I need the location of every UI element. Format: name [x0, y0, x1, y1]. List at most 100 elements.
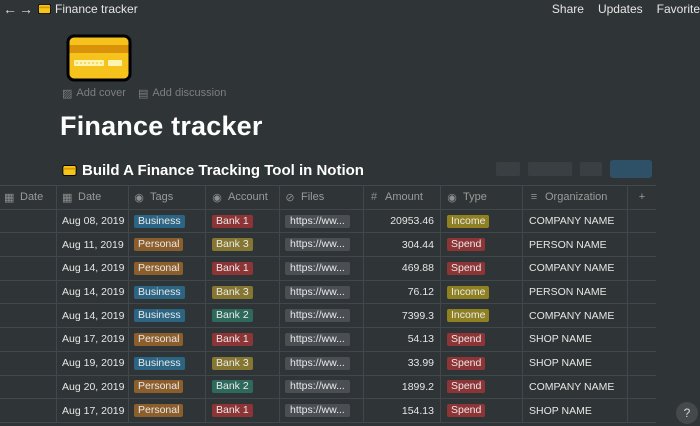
- table-row[interactable]: Aug 14, 2019 Business Bank 2 https://ww.…: [0, 304, 656, 329]
- help-button[interactable]: ?: [676, 402, 698, 424]
- cell-date-partial[interactable]: [0, 280, 57, 304]
- cell-amount[interactable]: 7399.3: [364, 304, 441, 328]
- cell-organization[interactable]: COMPANY NAME: [523, 257, 628, 280]
- share-button[interactable]: Share: [552, 2, 584, 16]
- file-link[interactable]: https://ww...: [285, 214, 350, 228]
- cell-amount[interactable]: 20953.46: [364, 209, 441, 233]
- add-discussion-button[interactable]: ▤ Add discussion: [138, 87, 226, 100]
- cell-date-partial[interactable]: [0, 209, 57, 233]
- cell-date[interactable]: Aug 11, 2019: [57, 233, 129, 257]
- column-header-type[interactable]: ◉ Type: [441, 186, 523, 209]
- sort-control[interactable]: [528, 162, 572, 176]
- column-header-date-partial[interactable]: ▦ Date: [0, 186, 57, 209]
- search-control[interactable]: [580, 162, 602, 176]
- cell-date-partial[interactable]: [0, 399, 57, 422]
- file-link[interactable]: https://ww...: [285, 380, 350, 394]
- cell-type[interactable]: Income: [441, 280, 523, 304]
- cell-date-partial[interactable]: [0, 257, 57, 280]
- cell-amount[interactable]: 1899.2: [364, 375, 441, 399]
- cell-type[interactable]: Spend: [441, 257, 523, 280]
- cell-type[interactable]: Spend: [441, 375, 523, 399]
- new-button[interactable]: [610, 160, 652, 178]
- file-link[interactable]: https://ww...: [285, 356, 350, 370]
- cell-organization[interactable]: SHOP NAME: [523, 328, 628, 351]
- cell-amount[interactable]: 304.44: [364, 233, 441, 257]
- cell-account[interactable]: Bank 1: [206, 209, 280, 233]
- cell-date-partial[interactable]: [0, 375, 57, 399]
- favorite-button[interactable]: Favorite: [657, 2, 700, 16]
- file-link[interactable]: https://ww...: [285, 261, 350, 275]
- credit-card-icon[interactable]: [66, 34, 132, 82]
- cell-account[interactable]: Bank 2: [206, 375, 280, 399]
- cell-files[interactable]: https://ww...: [280, 375, 364, 399]
- cell-amount[interactable]: 154.13: [364, 399, 441, 422]
- cell-organization[interactable]: COMPANY NAME: [523, 375, 628, 399]
- cell-files[interactable]: https://ww...: [280, 280, 364, 304]
- cell-organization[interactable]: SHOP NAME: [523, 399, 628, 422]
- cell-date[interactable]: Aug 08, 2019: [57, 209, 129, 233]
- cell-account[interactable]: Bank 3: [206, 233, 280, 257]
- column-header-account[interactable]: ◉ Account: [206, 186, 280, 209]
- table-row[interactable]: Aug 20, 2019 Personal Bank 2 https://ww.…: [0, 375, 656, 400]
- cell-date-partial[interactable]: [0, 351, 57, 375]
- cell-amount[interactable]: 76.12: [364, 280, 441, 304]
- table-row[interactable]: Aug 14, 2019 Business Bank 3 https://ww.…: [0, 280, 656, 305]
- cell-organization[interactable]: COMPANY NAME: [523, 209, 628, 233]
- cell-account[interactable]: Bank 1: [206, 328, 280, 351]
- file-link[interactable]: https://ww...: [285, 285, 350, 299]
- cell-organization[interactable]: PERSON NAME: [523, 280, 628, 304]
- cell-tags[interactable]: Personal: [129, 257, 206, 280]
- table-row[interactable]: Aug 17, 2019 Personal Bank 1 https://ww.…: [0, 328, 656, 352]
- back-arrow-icon[interactable]: ←: [2, 0, 18, 18]
- cell-type[interactable]: Spend: [441, 233, 523, 257]
- table-row[interactable]: Aug 17, 2019 Personal Bank 1 https://ww.…: [0, 399, 656, 423]
- cell-date[interactable]: Aug 14, 2019: [57, 304, 129, 328]
- column-header-files[interactable]: ⊘ Files: [280, 186, 364, 209]
- cell-account[interactable]: Bank 2: [206, 304, 280, 328]
- column-header-amount[interactable]: # Amount: [364, 186, 441, 209]
- cell-tags[interactable]: Business: [129, 351, 206, 375]
- column-header-date[interactable]: ▦ Date: [57, 186, 129, 209]
- breadcrumb[interactable]: Finance tracker: [38, 1, 138, 17]
- cell-files[interactable]: https://ww...: [280, 233, 364, 257]
- cell-date[interactable]: Aug 14, 2019: [57, 280, 129, 304]
- table-row[interactable]: Aug 19, 2019 Business Bank 3 https://ww.…: [0, 351, 656, 376]
- cell-files[interactable]: https://ww...: [280, 209, 364, 233]
- filter-control[interactable]: [496, 162, 520, 176]
- updates-button[interactable]: Updates: [598, 2, 643, 16]
- table-row[interactable]: Aug 14, 2019 Personal Bank 1 https://ww.…: [0, 257, 656, 281]
- cell-date[interactable]: Aug 17, 2019: [57, 399, 129, 422]
- cell-amount[interactable]: 54.13: [364, 328, 441, 351]
- cell-date[interactable]: Aug 14, 2019: [57, 257, 129, 280]
- cell-tags[interactable]: Personal: [129, 233, 206, 257]
- cell-type[interactable]: Income: [441, 304, 523, 328]
- cell-type[interactable]: Income: [441, 209, 523, 233]
- cell-tags[interactable]: Business: [129, 304, 206, 328]
- cell-amount[interactable]: 469.88: [364, 257, 441, 280]
- cell-amount[interactable]: 33.99: [364, 351, 441, 375]
- column-header-organization[interactable]: ≡ Organization: [523, 186, 628, 209]
- cell-date[interactable]: Aug 17, 2019: [57, 328, 129, 351]
- cell-tags[interactable]: Business: [129, 209, 206, 233]
- cell-tags[interactable]: Personal: [129, 375, 206, 399]
- cell-date[interactable]: Aug 20, 2019: [57, 375, 129, 399]
- cell-date-partial[interactable]: [0, 233, 57, 257]
- cell-tags[interactable]: Personal: [129, 399, 206, 422]
- cell-account[interactable]: Bank 1: [206, 257, 280, 280]
- cell-files[interactable]: https://ww...: [280, 328, 364, 351]
- cell-date-partial[interactable]: [0, 304, 57, 328]
- table-row[interactable]: Aug 08, 2019 Business Bank 1 https://ww.…: [0, 209, 656, 234]
- file-link[interactable]: https://ww...: [285, 404, 350, 418]
- file-link[interactable]: https://ww...: [285, 309, 350, 323]
- cell-type[interactable]: Spend: [441, 328, 523, 351]
- cell-organization[interactable]: COMPANY NAME: [523, 304, 628, 328]
- database-title[interactable]: Build A Finance Tracking Tool in Notion: [62, 160, 364, 180]
- page-title[interactable]: Finance tracker: [60, 108, 263, 144]
- cell-organization[interactable]: SHOP NAME: [523, 351, 628, 375]
- cell-date[interactable]: Aug 19, 2019: [57, 351, 129, 375]
- cell-date-partial[interactable]: [0, 328, 57, 351]
- forward-arrow-icon[interactable]: →: [18, 0, 34, 18]
- cell-organization[interactable]: PERSON NAME: [523, 233, 628, 257]
- cell-tags[interactable]: Personal: [129, 328, 206, 351]
- cell-account[interactable]: Bank 3: [206, 280, 280, 304]
